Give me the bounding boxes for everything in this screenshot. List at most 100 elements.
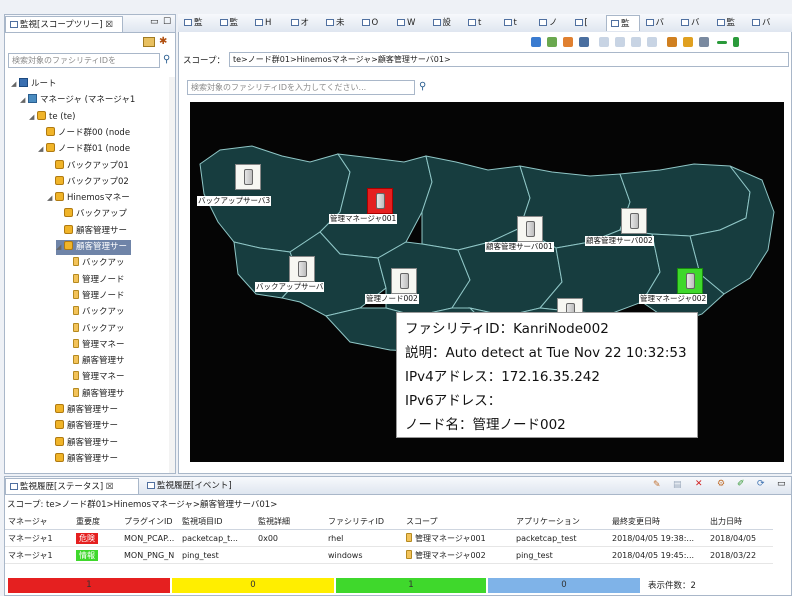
node-1[interactable] — [367, 188, 393, 214]
tab-view-13[interactable]: バ — [642, 15, 676, 31]
search-icon[interactable]: ⚲ — [419, 81, 426, 92]
tree-item[interactable]: 顧客管理サー — [47, 403, 118, 418]
column-header[interactable]: マネージャ — [5, 513, 73, 530]
tree-item[interactable]: ◢ te (te) — [29, 110, 75, 125]
tab-view-10[interactable]: ノ — [535, 15, 569, 31]
tree-search-input[interactable]: 検索対象のファシリティIDを — [8, 53, 160, 68]
export-icon[interactable] — [631, 37, 641, 47]
tree-item[interactable]: 顧客管理サ — [65, 354, 125, 369]
tab-status-history[interactable]: 監視履歴[ステータス] ☒ — [5, 478, 139, 494]
expand-toggle-icon[interactable]: ◢ — [11, 77, 19, 92]
column-header[interactable]: 監視項目ID — [179, 513, 255, 530]
column-header[interactable]: 監視詳細 — [255, 513, 325, 530]
tab-view-11[interactable]: [ — [571, 15, 605, 31]
tree-item[interactable]: ◢ マネージャ (マネージャ1 — [20, 93, 135, 108]
tree-item[interactable]: ◢ ノード群01 (node — [38, 142, 130, 157]
search-icon[interactable]: ⚲ — [163, 54, 170, 65]
link-icon[interactable] — [599, 37, 609, 47]
expand-toggle-icon[interactable]: ◢ — [20, 93, 28, 108]
edit-icon[interactable]: ✎ — [653, 480, 661, 490]
minimize-icon[interactable]: ▭ — [777, 479, 786, 489]
node-4[interactable] — [289, 256, 315, 282]
table-row[interactable]: マネージャ1 情報 MON_PNG_N ping_test windows 管理マネージャ… — [5, 546, 773, 564]
tree-item[interactable]: 管理ノード — [65, 273, 125, 288]
tab-view-4[interactable]: 未 — [322, 15, 356, 31]
tab-view-0[interactable]: 監 — [180, 15, 214, 31]
import-icon[interactable] — [615, 37, 625, 47]
tab-view-8[interactable]: t — [464, 15, 498, 31]
tab-view-16[interactable]: バ — [748, 15, 782, 31]
maximize-icon[interactable]: ☐ — [163, 17, 171, 27]
node-6[interactable] — [677, 268, 703, 294]
view-icon[interactable]: ▤ — [673, 480, 682, 490]
tree-scrollbar[interactable] — [169, 77, 175, 473]
tree-item[interactable]: バックアップ01 — [47, 159, 129, 174]
column-header[interactable]: ファシリティID — [325, 513, 403, 530]
tab-view-1[interactable]: 監 — [216, 15, 250, 31]
fit-icon[interactable] — [699, 37, 709, 47]
tree-item[interactable]: バックアッ — [65, 322, 125, 337]
tab-scope-tree[interactable]: 監視[スコープツリー] ☒ — [5, 16, 123, 32]
expand-toggle-icon[interactable]: ◢ — [38, 142, 46, 157]
up-icon[interactable] — [683, 37, 693, 47]
tab-view-14[interactable]: バ — [677, 15, 711, 31]
column-header[interactable]: 出力日時 — [707, 513, 773, 530]
tree-item[interactable]: ◢ ルート — [11, 77, 57, 92]
tree-item[interactable]: 顧客管理サ — [65, 387, 125, 402]
tree-item[interactable]: ◢ Hinemosマネー — [47, 191, 130, 206]
expand-toggle-icon[interactable]: ◢ — [56, 240, 64, 255]
tree-item[interactable]: 顧客管理サー — [47, 452, 118, 467]
column-header[interactable]: スコープ — [403, 513, 513, 530]
tab-view-5[interactable]: O — [358, 15, 392, 31]
connect-icon[interactable] — [563, 37, 573, 47]
settings-icon[interactable]: ✱ — [159, 36, 167, 47]
tab-view-9[interactable]: t — [500, 15, 534, 31]
tree-item[interactable]: バックアップ02 — [47, 175, 129, 190]
minimize-icon[interactable]: ▭ — [150, 17, 159, 27]
zoom-out-icon[interactable] — [717, 41, 727, 44]
column-header[interactable]: アプリケーション — [513, 513, 609, 530]
node-3[interactable] — [621, 208, 647, 234]
column-header[interactable]: プラグインID — [121, 513, 179, 530]
pin-icon[interactable]: ✐ — [737, 479, 745, 489]
tab-view-2[interactable]: H — [251, 15, 285, 31]
table-row[interactable]: マネージャ1 危険 MON_PCAP... packetcap_t... 0x00 rhe… — [5, 529, 773, 547]
expand-toggle-icon[interactable]: ◢ — [47, 191, 55, 206]
tools-icon[interactable] — [667, 37, 677, 47]
tab-view-6[interactable]: W — [393, 15, 427, 31]
tab-event-history[interactable]: 監視履歴[イベント] — [143, 478, 243, 494]
tree-item[interactable]: ノード群00 (node — [38, 126, 130, 141]
tab-view-7[interactable]: 設 — [429, 15, 463, 31]
tree-item-label: ノード群00 (node — [58, 127, 131, 138]
tab-view-15[interactable]: 監 — [713, 15, 747, 31]
map-search-input[interactable]: 検索対象のファシリティIDを入力してください... — [187, 80, 415, 95]
delete-icon[interactable]: ✕ — [695, 479, 703, 489]
tree-item[interactable]: バックアッ — [65, 305, 125, 320]
column-header[interactable]: 最終変更日時 — [609, 513, 707, 530]
copy-icon[interactable] — [647, 37, 657, 47]
tree-item[interactable]: ◢ 顧客管理サー — [56, 240, 132, 255]
folder-icon[interactable] — [143, 37, 155, 47]
tree-item[interactable]: バックアップ — [56, 207, 127, 222]
expand-toggle-icon[interactable]: ◢ — [29, 110, 37, 125]
tab-view-12[interactable]: 監 — [606, 15, 640, 31]
tree-item[interactable]: バックアッ — [65, 256, 125, 271]
node-0[interactable] — [235, 164, 261, 190]
list-icon[interactable] — [579, 37, 589, 47]
tree-item[interactable]: 顧客管理サー — [56, 224, 127, 239]
refresh-icon[interactable]: ⟳ — [757, 479, 765, 489]
tree-item[interactable]: 管理マネー — [65, 338, 125, 353]
node-5[interactable] — [391, 268, 417, 294]
zoom-in-icon[interactable] — [733, 37, 739, 47]
tree-item[interactable]: 顧客管理サー — [47, 436, 118, 451]
tab-view-3[interactable]: オ — [287, 15, 321, 31]
column-header[interactable]: 重要度 — [73, 513, 121, 530]
tree-item[interactable]: 管理マネー — [65, 370, 125, 385]
filter-icon[interactable]: ⚙ — [717, 479, 725, 489]
tree-item[interactable]: 管理ノード — [65, 289, 125, 304]
node-icon[interactable] — [547, 37, 557, 47]
scope-path-field[interactable]: te>ノード群01>Hinemosマネージャ>顧客管理サーバ01> — [229, 52, 789, 67]
tree-item[interactable]: 顧客管理サー — [47, 419, 118, 434]
refresh-icon[interactable] — [531, 37, 541, 47]
node-2[interactable] — [517, 216, 543, 242]
